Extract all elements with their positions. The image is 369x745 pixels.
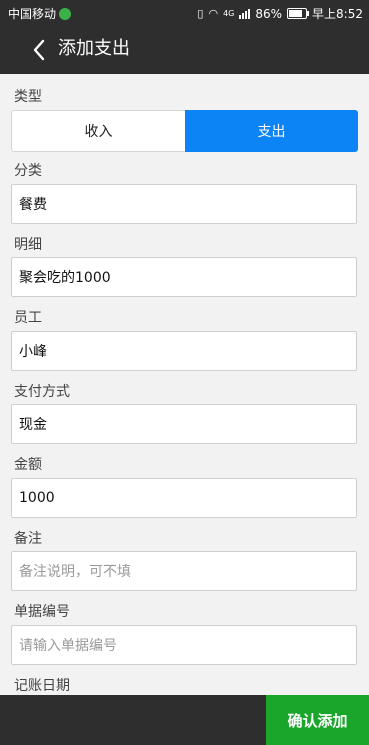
clock: 早上8:52 (312, 7, 363, 21)
receipt-number-input[interactable]: 请输入单据编号 (11, 625, 357, 665)
confirm-add-button[interactable]: 确认添加 (266, 695, 369, 745)
type-segmented-control: 收入 支出 (11, 110, 358, 152)
app-header: 添加支出 (0, 26, 369, 74)
type-label: 类型 (14, 89, 42, 105)
vibrate-icon: ▯ (197, 7, 204, 20)
category-label: 分类 (14, 163, 42, 179)
bottom-bar: 确认添加 (0, 695, 369, 745)
wifi-icon: ◠ (208, 7, 219, 20)
status-bar: 中国移动 ▯ ◠ 4G 86% 早上8:52 (0, 0, 369, 26)
expense-option[interactable]: 支出 (185, 110, 358, 152)
note-input[interactable]: 备注说明，可不填 (11, 551, 357, 591)
battery-percent: 86% (255, 6, 283, 21)
detail-field[interactable]: 聚会吃的1000 (11, 257, 357, 297)
amount-field[interactable]: 1000 (11, 478, 357, 518)
payment-method-field[interactable]: 现金 (11, 404, 357, 444)
payment-method-label: 支付方式 (14, 384, 70, 400)
date-label: 记账日期 (14, 678, 70, 694)
battery-icon (287, 8, 310, 19)
amount-label: 金额 (14, 457, 42, 473)
note-label: 备注 (14, 531, 42, 547)
employee-label: 员工 (14, 310, 42, 326)
wechat-icon (59, 7, 72, 20)
detail-label: 明细 (14, 237, 42, 253)
category-field[interactable]: 餐费 (11, 184, 357, 224)
carrier-name: 中国移动 (8, 7, 57, 21)
signal-icon (239, 8, 251, 19)
network-type: 4G (223, 9, 235, 18)
page-title: 添加支出 (58, 38, 130, 59)
employee-field[interactable]: 小峰 (11, 331, 357, 371)
income-option[interactable]: 收入 (11, 110, 185, 152)
back-arrow-icon[interactable] (28, 38, 52, 62)
receipt-number-label: 单据编号 (14, 604, 70, 620)
